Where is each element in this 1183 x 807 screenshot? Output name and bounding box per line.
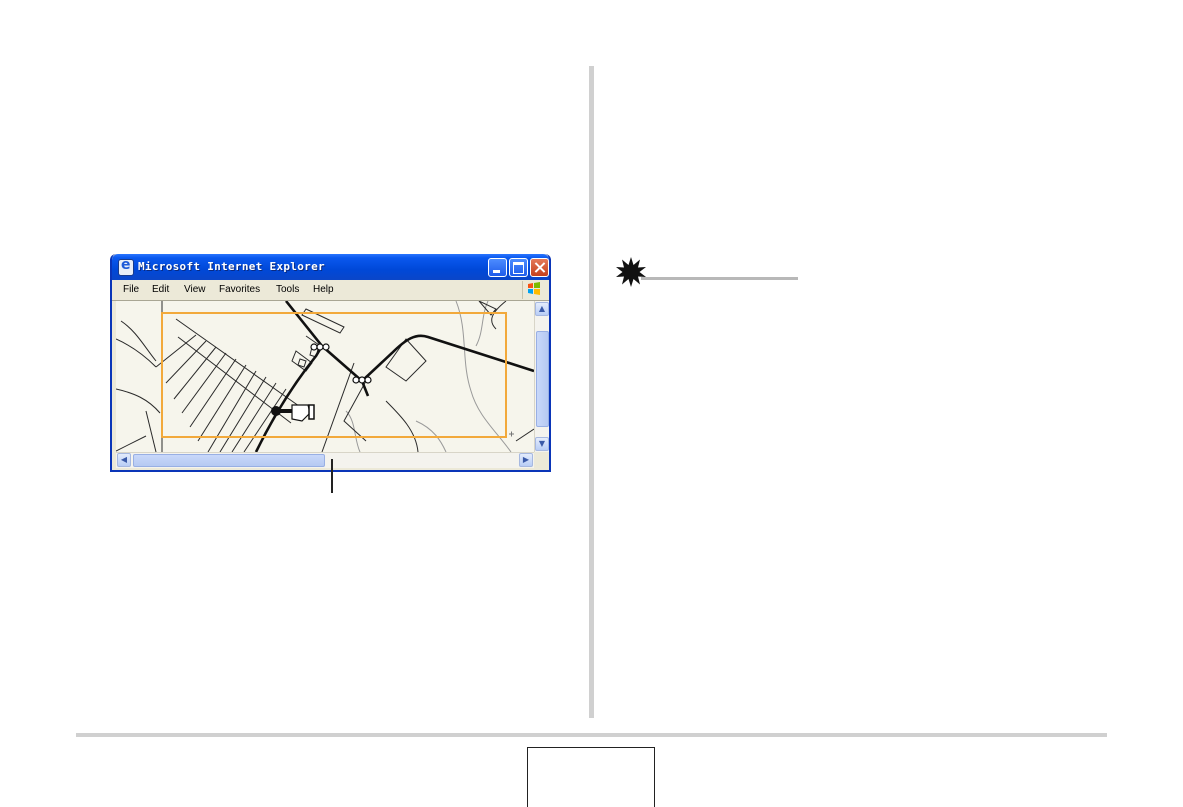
scroll-right-button[interactable]: ▶ <box>519 453 533 467</box>
minimize-button[interactable] <box>488 258 507 277</box>
size-grip[interactable] <box>534 452 549 467</box>
column-divider <box>589 66 594 718</box>
burst-icon <box>616 257 646 287</box>
title-bar[interactable]: Microsoft Internet Explorer <box>112 254 549 280</box>
windows-logo-icon <box>522 281 545 299</box>
horizontal-scroll-thumb[interactable] <box>133 454 325 467</box>
callout-line <box>331 459 333 493</box>
hand-pointer-icon <box>271 404 315 422</box>
menu-favorites[interactable]: Favorites <box>219 284 260 295</box>
scroll-down-button[interactable]: ▼ <box>535 437 549 451</box>
menu-edit[interactable]: Edit <box>152 284 169 295</box>
note-heading-rule <box>641 277 798 280</box>
menu-help[interactable]: Help <box>313 284 334 295</box>
horizontal-scrollbar[interactable]: ◀ ▶ <box>116 452 534 468</box>
menu-bar: File Edit View Favorites Tools Help <box>112 280 549 301</box>
map-drawing <box>116 301 534 452</box>
ie-icon <box>118 257 134 276</box>
window-title: Microsoft Internet Explorer <box>138 260 325 273</box>
ie-window: Microsoft Internet Explorer File Edit Vi… <box>110 254 551 472</box>
scroll-up-button[interactable]: ▲ <box>535 302 549 316</box>
menu-file[interactable]: File <box>123 284 139 295</box>
maximize-button[interactable] <box>509 258 528 277</box>
page-number-box <box>527 747 655 807</box>
footer-rule <box>76 733 1107 737</box>
close-button[interactable] <box>530 258 549 277</box>
menu-view[interactable]: View <box>184 284 206 295</box>
vertical-scrollbar[interactable]: ▲ ▼ <box>534 301 549 452</box>
vertical-scroll-thumb[interactable] <box>536 331 549 427</box>
scroll-left-button[interactable]: ◀ <box>117 453 131 467</box>
menu-tools[interactable]: Tools <box>276 284 299 295</box>
map-view[interactable] <box>116 301 534 452</box>
